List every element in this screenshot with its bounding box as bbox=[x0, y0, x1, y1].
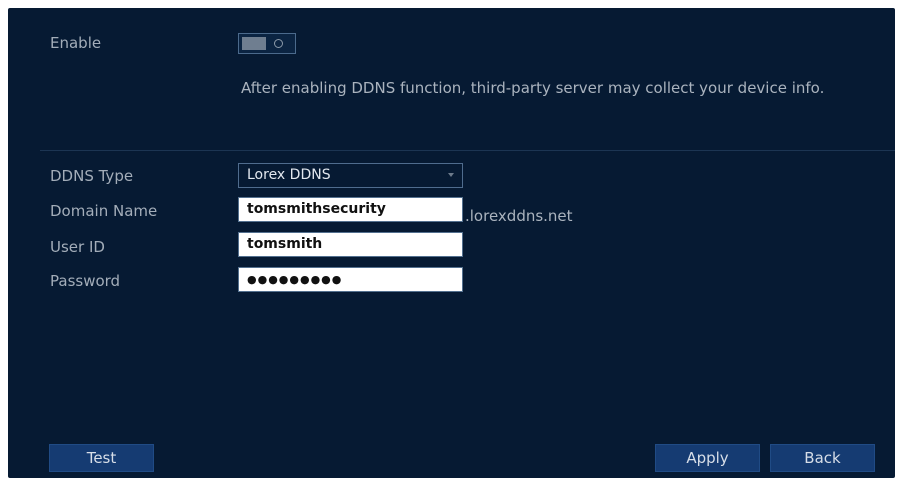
section-divider bbox=[40, 150, 895, 151]
password-input[interactable]: ●●●●●●●●● bbox=[238, 267, 463, 292]
password-label: Password bbox=[50, 272, 121, 290]
toggle-knob bbox=[242, 37, 266, 50]
user-id-label: User ID bbox=[50, 238, 105, 256]
user-id-input[interactable]: tomsmith bbox=[238, 232, 463, 257]
domain-name-input[interactable]: tomsmithsecurity bbox=[238, 197, 463, 222]
apply-button[interactable]: Apply bbox=[655, 444, 760, 472]
test-button[interactable]: Test bbox=[49, 444, 154, 472]
ddns-type-label: DDNS Type bbox=[50, 167, 134, 185]
domain-name-label: Domain Name bbox=[50, 202, 158, 220]
password-mask: ●●●●●●●●● bbox=[247, 273, 343, 286]
privacy-notice: After enabling DDNS function, third-part… bbox=[241, 79, 825, 97]
chevron-down-icon bbox=[448, 173, 454, 177]
ddns-type-value: Lorex DDNS bbox=[247, 167, 331, 183]
user-id-value: tomsmith bbox=[247, 236, 323, 252]
ddns-settings-panel: Enable After enabling DDNS function, thi… bbox=[8, 8, 895, 478]
back-button[interactable]: Back bbox=[770, 444, 875, 472]
ddns-type-select[interactable]: Lorex DDNS bbox=[238, 163, 463, 188]
enable-toggle[interactable] bbox=[238, 33, 296, 54]
enable-label: Enable bbox=[50, 34, 102, 52]
domain-suffix: .lorexddns.net bbox=[465, 207, 573, 225]
toggle-off-indicator-icon bbox=[274, 39, 283, 48]
domain-name-value: tomsmithsecurity bbox=[247, 201, 386, 217]
